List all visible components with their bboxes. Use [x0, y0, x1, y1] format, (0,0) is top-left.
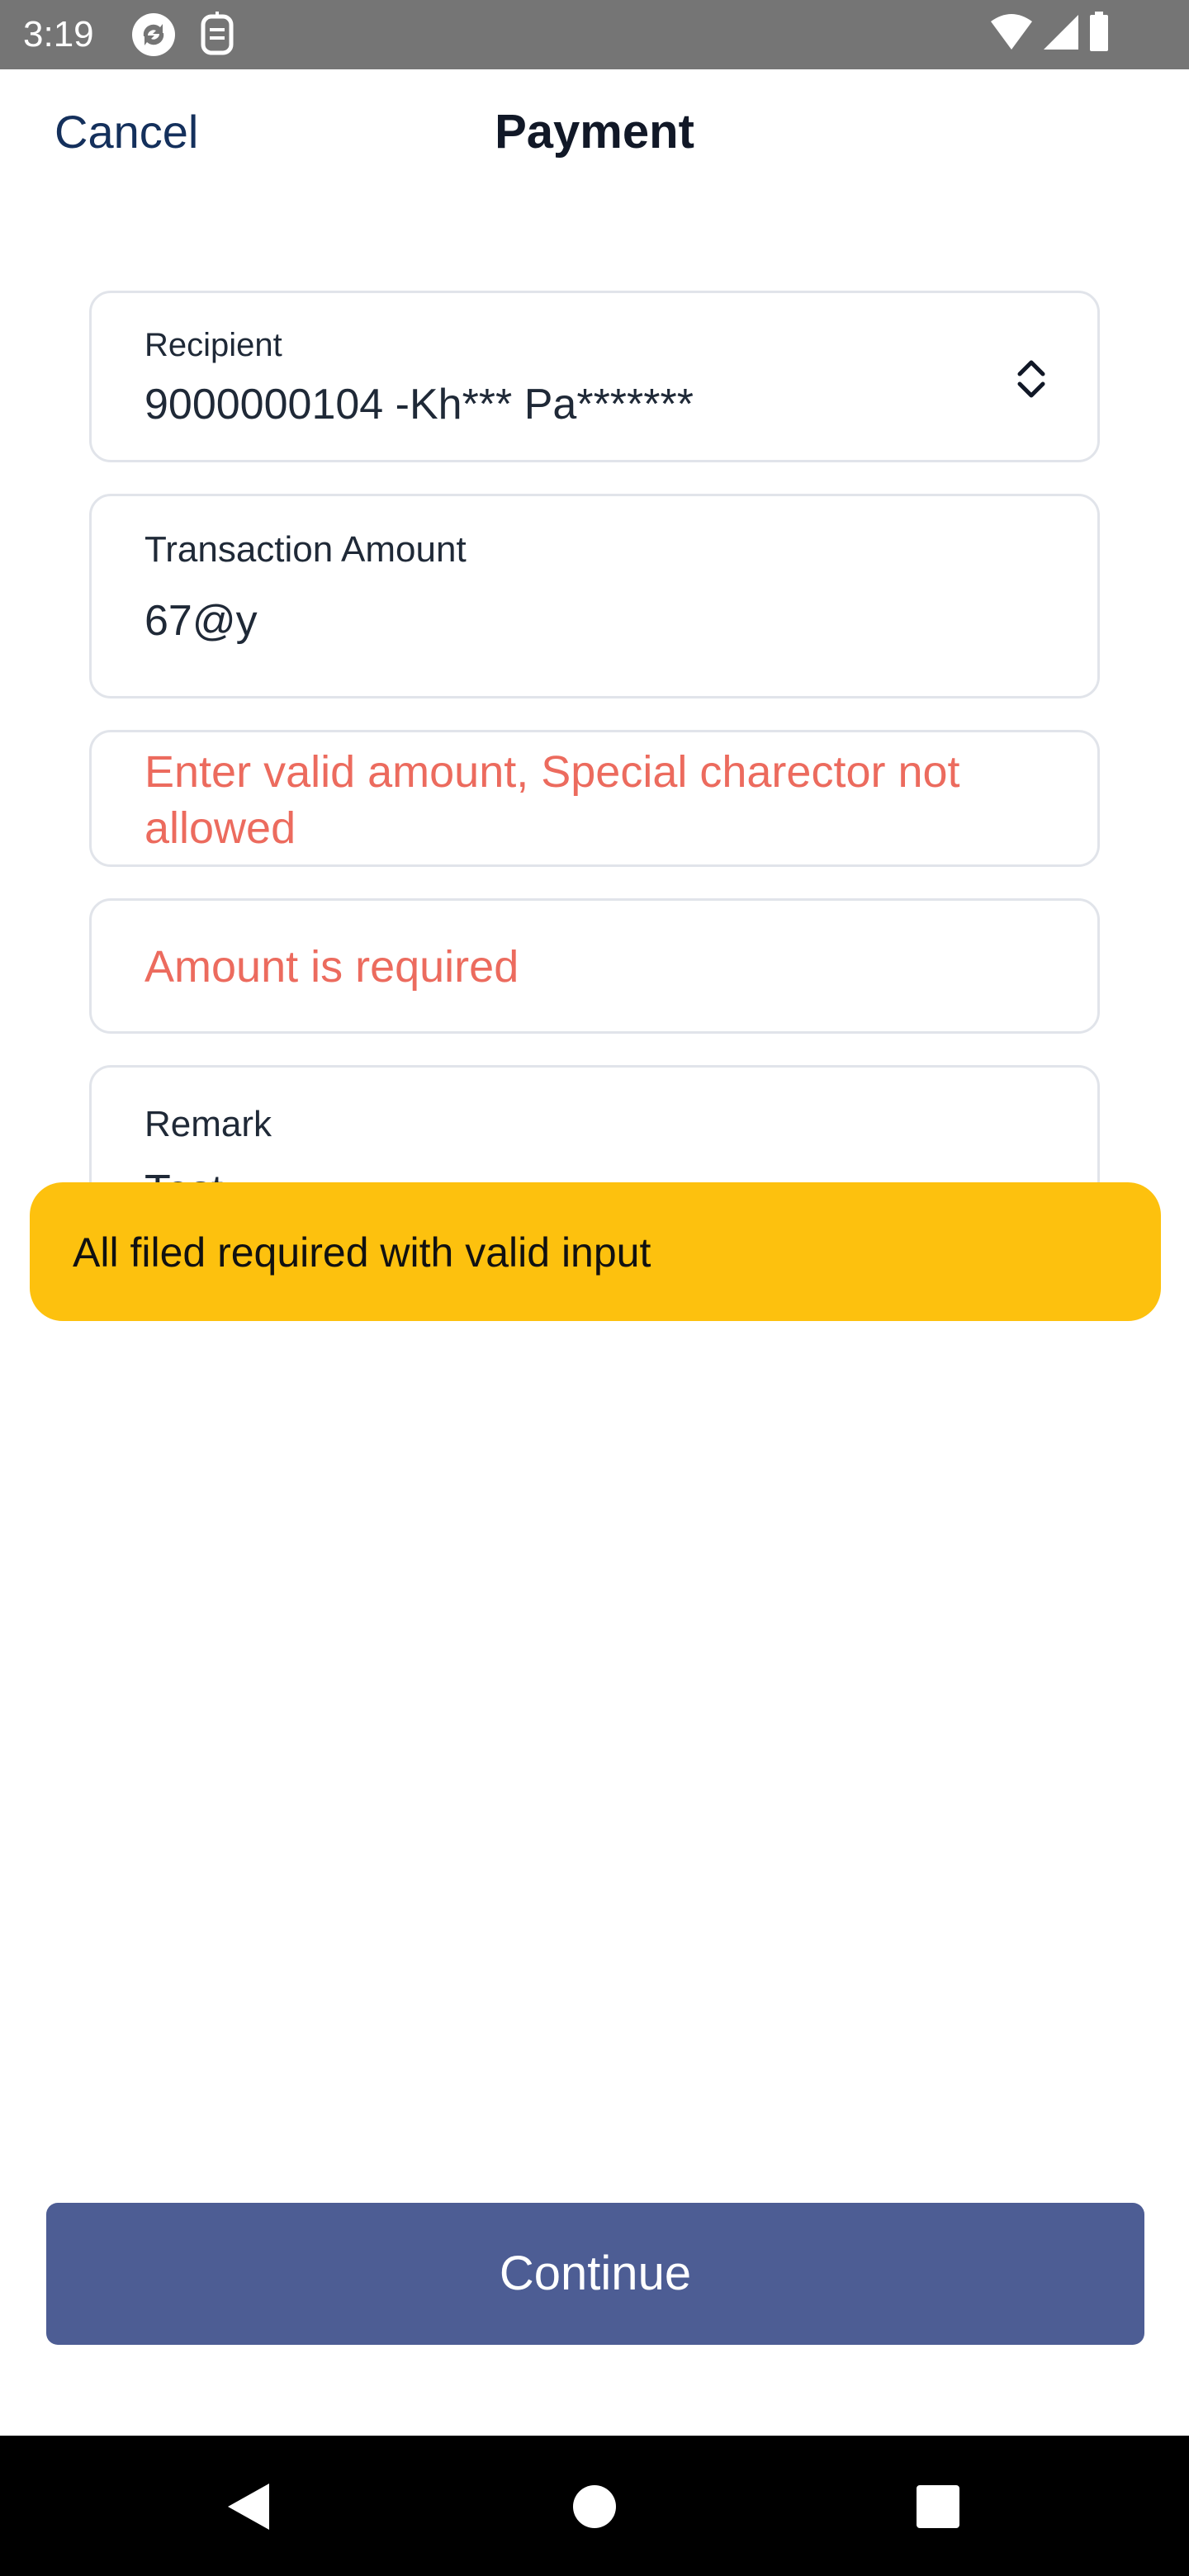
payment-screen: 3:19 Cancel Payment Recipient 9000000104…	[0, 0, 1189, 2576]
battery-icon	[1090, 12, 1108, 51]
recipient-label: Recipient	[144, 327, 282, 363]
transaction-amount-label: Transaction Amount	[144, 529, 467, 570]
invalid-amount-error: Enter valid amount, Special charector no…	[89, 730, 1100, 867]
remark-label: Remark	[144, 1104, 272, 1144]
status-time: 3:19	[23, 14, 94, 54]
back-icon[interactable]	[223, 2480, 272, 2533]
recipient-value: 9000000104 -Kh*** Pa*******	[144, 381, 694, 429]
signal-icon	[1044, 15, 1078, 50]
amount-required-error-text: Amount is required	[144, 942, 519, 992]
status-bar: 3:19	[0, 0, 1189, 69]
app-header: Cancel Payment	[0, 69, 1189, 193]
recents-icon[interactable]	[915, 2480, 961, 2533]
wifi-icon	[991, 14, 1032, 50]
system-nav-bar	[0, 2436, 1189, 2576]
amount-required-error: Amount is required	[89, 898, 1100, 1034]
validation-toast: All filed required with valid input	[30, 1182, 1161, 1321]
transaction-amount-field[interactable]: Transaction Amount 67@y	[89, 494, 1100, 698]
invalid-amount-error-text: Enter valid amount, Special charector no…	[144, 747, 960, 853]
sync-icon	[132, 13, 175, 56]
unfold-selector-icon	[1017, 360, 1045, 398]
message-icon	[201, 12, 234, 55]
continue-button[interactable]: Continue	[46, 2203, 1144, 2345]
page-title: Payment	[495, 105, 694, 159]
home-icon[interactable]	[570, 2480, 619, 2533]
toast-message: All filed required with valid input	[73, 1229, 651, 1276]
transaction-amount-input[interactable]: 67@y	[144, 594, 258, 648]
recipient-select[interactable]: Recipient 9000000104 -Kh*** Pa*******	[89, 291, 1100, 462]
